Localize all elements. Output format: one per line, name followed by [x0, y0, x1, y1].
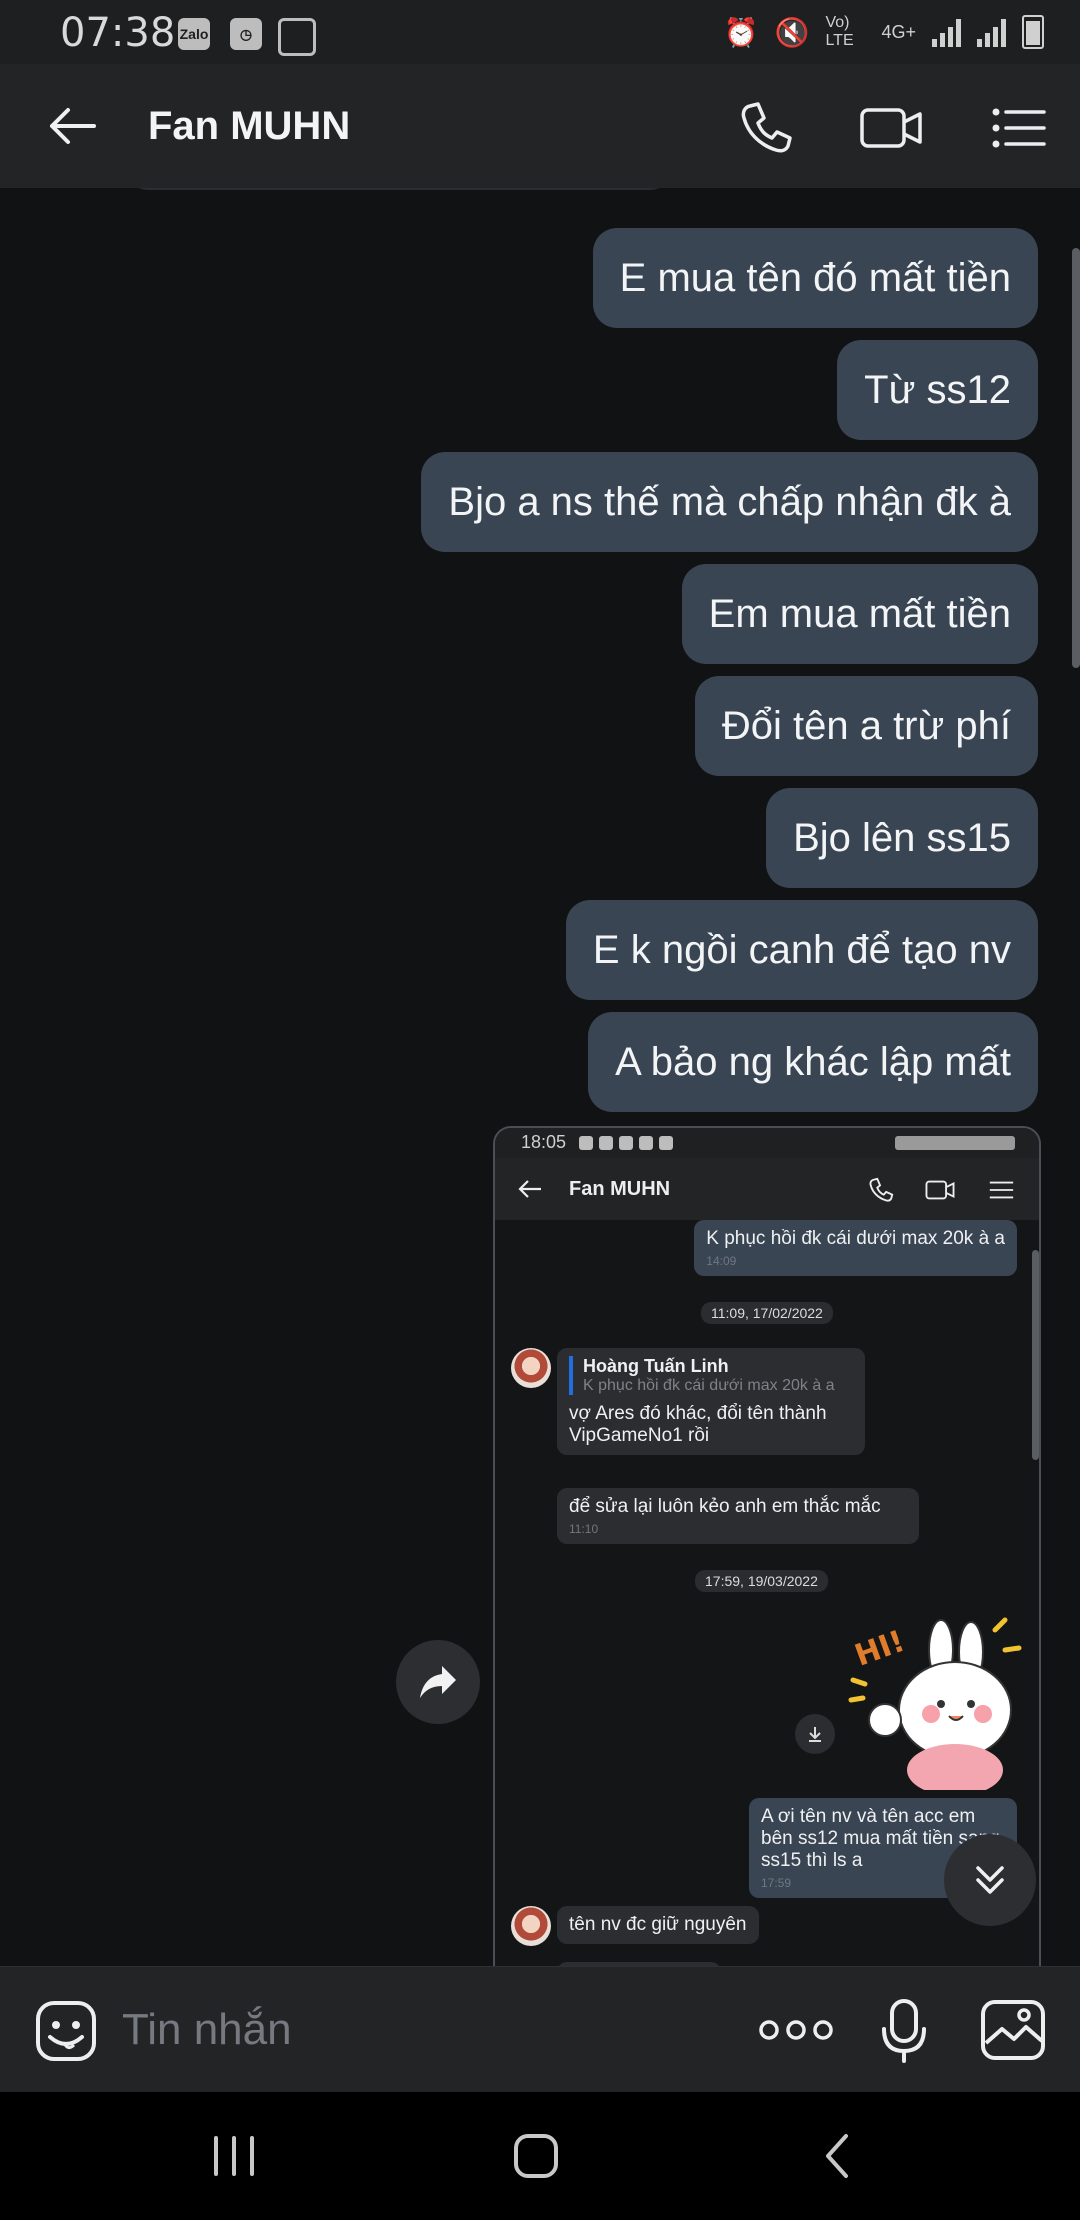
forward-button[interactable] [396, 1640, 480, 1724]
embedded-header: Fan MUHN [495, 1158, 1039, 1220]
scrollbar[interactable] [1072, 248, 1080, 668]
download-icon [795, 1714, 835, 1754]
embedded-avatar [511, 1348, 551, 1388]
image-icon [278, 18, 316, 56]
scroll-to-bottom-button[interactable] [944, 1834, 1036, 1926]
video-call-icon[interactable] [858, 98, 924, 158]
message-bubble[interactable]: Đổi tên a trừ phí [694, 676, 1038, 776]
sticker-emoji-icon[interactable] [34, 1999, 98, 2063]
menu-list-icon[interactable] [988, 98, 1048, 158]
message-input-bar: Tin nhắn [0, 1966, 1080, 2093]
embedded-notif-icon [599, 1136, 613, 1150]
contact-name[interactable]: Fan MUHN [148, 104, 350, 149]
battery-icon [1022, 15, 1044, 49]
mute-icon: 🔇 [774, 16, 810, 48]
message-bubble[interactable]: A bảo ng khác lập mất [588, 1012, 1038, 1112]
share-arrow-icon [420, 1666, 456, 1698]
message-bubble[interactable]: E k ngồi canh để tạo nv [565, 900, 1038, 1000]
status-bar: 07:38 Zalo ◷ ⏰ 🔇 Vo) LTE 4G+ [0, 0, 1080, 64]
message-input[interactable]: Tin nhắn [122, 2005, 292, 2055]
embedded-message: để sửa lại luôn kẻo anh em thắc mắc 11:1… [557, 1488, 919, 1544]
embedded-message-time: 11:10 [569, 1522, 599, 1536]
home-icon[interactable] [506, 2132, 566, 2180]
recent-apps-icon[interactable] [204, 2132, 264, 2180]
microphone-icon[interactable] [878, 1997, 930, 2065]
message-bubble[interactable]: Từ ss12 [837, 340, 1038, 440]
more-options-icon[interactable] [758, 2013, 834, 2047]
embedded-message-text: tên nv đc giữ nguyên [569, 1914, 747, 1935]
embedded-notif-icon [659, 1136, 673, 1150]
clock-icon: ◷ [230, 18, 262, 50]
system-navigation-bar [0, 2092, 1080, 2220]
embedded-notif-icon [579, 1136, 593, 1150]
message-bubble[interactable]: E mua tên đó mất tiền [592, 228, 1038, 328]
previous-bubble-edge [126, 188, 672, 190]
embedded-back-icon [518, 1180, 541, 1198]
back-nav-icon[interactable] [808, 2132, 868, 2180]
embedded-status-right-icons [895, 1136, 1015, 1150]
embedded-date-divider: 11:09, 17/02/2022 [701, 1302, 833, 1324]
embedded-quote-text: K phục hồi đk cái dưới max 20k à a [583, 1377, 835, 1394]
signal-icon-2 [977, 17, 1006, 47]
message-bubble[interactable]: Em mua mất tiền [681, 564, 1038, 664]
message-bubble[interactable]: Bjo a ns thế mà chấp nhận đk à [421, 452, 1038, 552]
volte-label: Vo) LTE [825, 14, 854, 49]
network-label: 4G+ [881, 21, 916, 42]
embedded-message-time: 14:09 [706, 1254, 737, 1268]
embedded-contact-name: Fan MUHN [569, 1178, 671, 1200]
embedded-notif-icon [619, 1136, 633, 1150]
signal-icon [932, 17, 961, 47]
sticker-text: HI! [850, 1624, 909, 1674]
embedded-phone-icon [869, 1177, 894, 1202]
embedded-quote: Hoàng Tuấn Linh K phục hồi đk cái dưới m… [569, 1356, 853, 1395]
embedded-quote-name: Hoàng Tuấn Linh [583, 1356, 729, 1376]
embedded-message-text: vợ Ares đó khác, đổi tên thành VipGameNo… [569, 1403, 827, 1446]
image-picker-icon[interactable] [980, 1999, 1046, 2061]
embedded-date-divider: 17:59, 19/03/2022 [695, 1570, 828, 1592]
embedded-message-text: K phục hồi đk cái dưới max 20k à a [706, 1228, 1005, 1249]
alarm-icon: ⏰ [723, 16, 759, 48]
embedded-message: K phục hồi đk cái dưới max 20k à a 14:09 [694, 1220, 1017, 1276]
double-chevron-down-icon [976, 1866, 1004, 1894]
embedded-reply-message: Hoàng Tuấn Linh K phục hồi đk cái dưới m… [557, 1348, 865, 1455]
status-time: 07:38 [60, 10, 176, 56]
chat-header: Fan MUHN [0, 64, 1080, 188]
message-bubble[interactable]: Bjo lên ss15 [766, 788, 1038, 888]
message-list[interactable]: E mua tên đó mất tiền Từ ss12 Bjo a ns t… [0, 188, 1080, 1966]
embedded-status-bar: 18:05 [495, 1128, 1039, 1158]
embedded-notif-icon [639, 1136, 653, 1150]
embedded-message: tên nv đc giữ nguyên [557, 1906, 759, 1944]
embedded-avatar [511, 1906, 551, 1946]
embedded-message-text: để sửa lại luôn kẻo anh em thắc mắc [569, 1496, 881, 1517]
status-right-icons: ⏰ 🔇 Vo) LTE 4G+ [724, 14, 1044, 50]
embedded-scrollbar [1032, 1250, 1039, 1460]
image-message[interactable]: 18:05 Fan MUHN K phục hồi đk cái dưới ma… [493, 1126, 1041, 1966]
phone-icon[interactable] [736, 98, 796, 158]
embedded-menu-icon [989, 1181, 1014, 1199]
embedded-time: 18:05 [521, 1132, 567, 1152]
zalo-icon: Zalo [178, 18, 210, 50]
back-arrow-icon[interactable] [44, 98, 100, 154]
bunny-sticker: HI! [848, 1617, 1022, 1790]
embedded-video-icon [925, 1180, 955, 1200]
